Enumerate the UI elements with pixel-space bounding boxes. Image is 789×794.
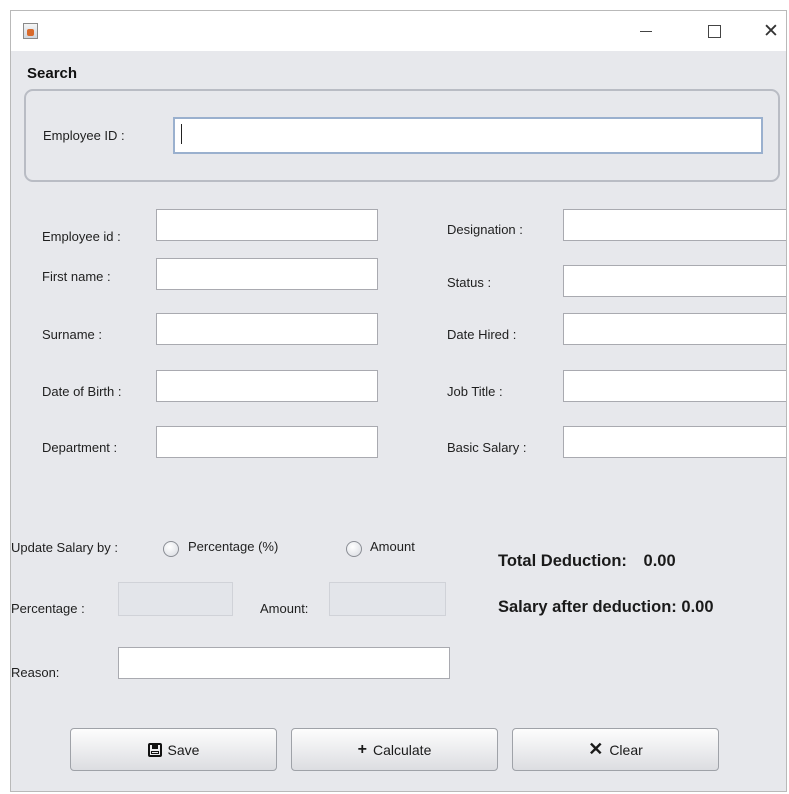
employee-id-field[interactable]: [156, 209, 378, 241]
first-name-field[interactable]: [156, 258, 378, 290]
java-app-icon: [23, 23, 38, 39]
amount-radio[interactable]: [346, 541, 362, 557]
surname-label: Surname :: [42, 327, 102, 342]
designation-label: Designation :: [447, 222, 523, 237]
percentage-label: Percentage :: [11, 601, 85, 616]
close-icon: ✕: [763, 20, 779, 42]
date-of-birth-field[interactable]: [156, 370, 378, 402]
total-deduction-value: 0.00: [643, 552, 676, 570]
amount-field: [329, 582, 446, 616]
save-button[interactable]: Save: [70, 728, 277, 771]
amount-option-label[interactable]: Amount: [370, 539, 415, 554]
surname-field[interactable]: [156, 313, 378, 345]
plus-icon: +: [357, 740, 367, 758]
maximize-button[interactable]: [694, 17, 734, 45]
date-hired-label: Date Hired :: [447, 327, 517, 342]
employee-id-search-input[interactable]: [173, 117, 763, 154]
clear-button[interactable]: ✕ Clear: [512, 728, 719, 771]
total-deduction-text: Total Deduction: 0.00: [498, 552, 676, 571]
close-button[interactable]: ✕: [751, 17, 786, 45]
x-icon: ✕: [588, 739, 604, 759]
status-label: Status :: [447, 275, 492, 290]
calculate-button[interactable]: + Calculate: [291, 728, 498, 771]
first-name-label: First name :: [42, 269, 111, 284]
basic-salary-label: Basic Salary :: [447, 440, 527, 455]
department-label: Department :: [42, 440, 118, 455]
minimize-button[interactable]: [626, 17, 666, 45]
salary-after-deduction-text: Salary after deduction: 0.00: [498, 598, 714, 617]
salary-after-deduction-value: 0.00: [681, 598, 714, 616]
reason-field[interactable]: [118, 647, 450, 679]
designation-field[interactable]: [563, 209, 786, 241]
minimize-icon: [640, 30, 652, 32]
amount-label: Amount:: [260, 601, 309, 616]
status-field[interactable]: [563, 265, 786, 297]
percentage-field: [118, 582, 233, 616]
job-title-field[interactable]: [563, 370, 786, 402]
calculate-button-label: Calculate: [372, 741, 432, 758]
maximize-icon: [707, 24, 721, 38]
clear-button-label: Clear: [609, 741, 643, 758]
basic-salary-field[interactable]: [563, 426, 786, 458]
reason-label: Reason:: [11, 665, 60, 680]
search-section-title: Search: [27, 65, 78, 82]
text-caret: [181, 124, 182, 144]
date-of-birth-label: Date of Birth :: [42, 384, 122, 399]
percentage-option-label[interactable]: Percentage (%): [188, 539, 278, 554]
total-deduction-label: Total Deduction:: [498, 552, 627, 570]
employee-id-search-label: Employee ID :: [43, 128, 125, 143]
percentage-radio[interactable]: [163, 541, 179, 557]
update-salary-label: Update Salary by :: [11, 540, 118, 555]
app-window: ✕ Search Employee ID : Employee id : Fir…: [10, 10, 787, 792]
salary-after-deduction-label: Salary after deduction:: [498, 598, 677, 616]
save-button-label: Save: [167, 741, 200, 758]
job-title-label: Job Title :: [447, 384, 503, 399]
employee-id-label: Employee id :: [42, 229, 121, 244]
title-bar: ✕: [11, 11, 786, 51]
date-hired-field[interactable]: [563, 313, 786, 345]
department-field[interactable]: [156, 426, 378, 458]
search-panel: Employee ID :: [24, 89, 780, 182]
save-icon: [147, 742, 162, 757]
